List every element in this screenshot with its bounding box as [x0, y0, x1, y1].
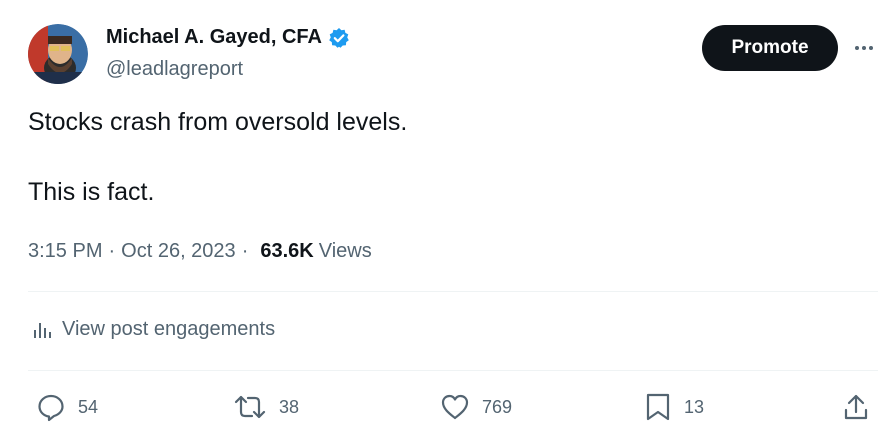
view-engagements-link[interactable]: View post engagements — [32, 318, 275, 341]
meta-separator: · — [108, 240, 116, 262]
repost-icon — [234, 395, 266, 419]
tweet-text-line-1: Stocks crash from oversold levels. — [28, 108, 408, 136]
views-label: Views — [318, 240, 372, 262]
reply-button[interactable]: 54 — [36, 392, 98, 422]
verified-badge-icon[interactable] — [328, 27, 350, 49]
avatar[interactable] — [28, 24, 88, 84]
tweet-meta: 3:15 PM · Oct 26, 2023 · 63.6K Views — [28, 240, 372, 263]
repost-count: 38 — [279, 396, 300, 417]
reply-icon — [38, 394, 64, 422]
bookmark-button[interactable]: 13 — [644, 392, 704, 422]
divider — [28, 291, 878, 292]
tweet-text-line-2: This is fact. — [28, 178, 155, 206]
author-display-name[interactable]: Michael A. Gayed, CFA — [106, 26, 322, 49]
tweet-date[interactable]: Oct 26, 2023 — [121, 240, 236, 263]
views-count: 63.6K — [260, 240, 314, 262]
tweet-time[interactable]: 3:15 PM — [28, 240, 102, 263]
view-engagements-label: View post engagements — [62, 318, 276, 340]
repost-button[interactable]: 38 — [233, 392, 299, 422]
author-name-row: Michael A. Gayed, CFA — [106, 26, 350, 49]
divider — [28, 370, 878, 371]
meta-separator-2: · — [241, 240, 249, 262]
share-icon — [844, 394, 868, 420]
more-options-icon[interactable] — [850, 34, 878, 62]
like-count: 769 — [482, 396, 513, 417]
analytics-icon — [34, 322, 51, 338]
share-button[interactable] — [842, 392, 882, 422]
author-handle[interactable]: @leadlagreport — [106, 58, 243, 81]
bookmark-count: 13 — [684, 396, 705, 417]
reply-count: 54 — [78, 396, 99, 417]
heart-icon — [441, 394, 469, 420]
avatar-image — [28, 24, 88, 84]
promote-button[interactable]: Promote — [702, 25, 838, 71]
bookmark-icon — [646, 393, 670, 421]
like-button[interactable]: 769 — [440, 392, 512, 422]
